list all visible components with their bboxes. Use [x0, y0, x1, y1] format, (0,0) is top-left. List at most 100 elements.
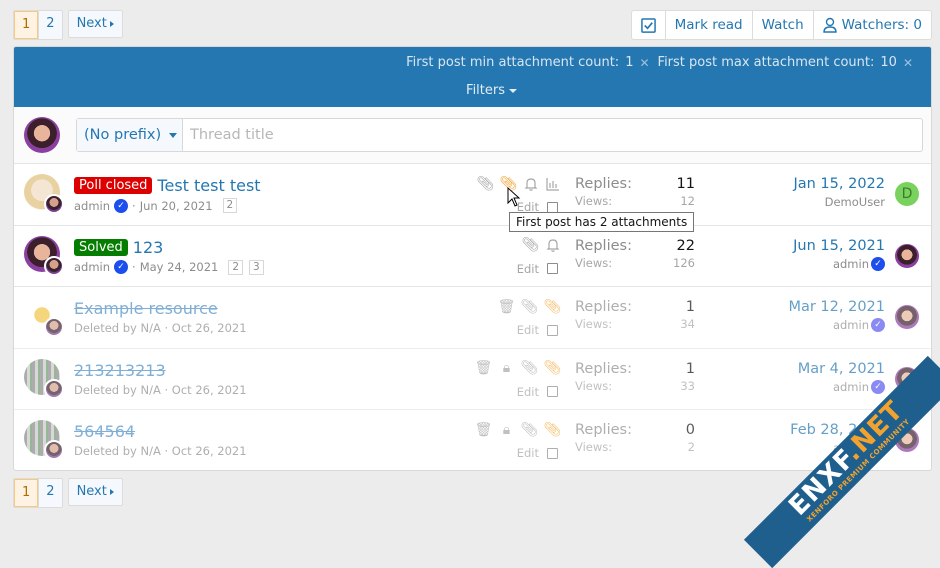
- lock-icon: 🔒︎: [502, 360, 511, 376]
- paperclip-icon: 📎︎: [520, 421, 539, 438]
- attachment-count-icon[interactable]: 📎︎: [544, 360, 562, 376]
- filter-chip-label: First post min attachment count:: [406, 55, 620, 70]
- last-post-user[interactable]: admin: [833, 380, 869, 394]
- paperclip-icon: 📎︎: [521, 237, 540, 253]
- select-thread-checkbox[interactable]: [547, 201, 558, 213]
- edit-link[interactable]: Edit: [517, 262, 539, 276]
- pagination-top: 1 2 Next: [13, 10, 123, 40]
- last-post-date[interactable]: Mar 12, 2021: [788, 299, 885, 315]
- replies-count: 1: [685, 299, 695, 315]
- last-poster-mini-avatar[interactable]: [44, 317, 64, 337]
- page-2-button[interactable]: 2: [38, 479, 62, 507]
- thread-date: Jun 20, 2021: [139, 198, 213, 213]
- replies-label: Replies:: [575, 360, 632, 377]
- thread-stats: Replies: 1 Views: 34: [575, 299, 695, 331]
- filters-dropdown-button[interactable]: Filters: [466, 83, 517, 98]
- deleted-meta: Deleted by N/A · Oct 26, 2021: [74, 444, 247, 458]
- last-poster-mini-avatar[interactable]: [44, 194, 64, 214]
- filters-label: Filters: [466, 83, 505, 98]
- thread-title-input[interactable]: [183, 119, 922, 151]
- last-post-date[interactable]: Jan 15, 2022: [793, 176, 885, 192]
- filter-chip-min-attachments[interactable]: First post min attachment count: 1 ✕: [406, 55, 649, 70]
- verified-badge-icon: ✓: [114, 260, 129, 274]
- poll-chart-icon: [546, 177, 559, 191]
- triangle-right-icon: [109, 20, 114, 27]
- edit-link[interactable]: Edit: [517, 323, 539, 337]
- select-thread-checkbox[interactable]: [547, 324, 558, 336]
- deleted-meta: Deleted by N/A · Oct 26, 2021: [74, 382, 247, 397]
- watchers-button[interactable]: Watchers: 0: [812, 11, 931, 39]
- filter-chip-max-attachments[interactable]: First post max attachment count: 10 ✕: [658, 55, 913, 70]
- page-1-button[interactable]: 1: [14, 479, 39, 507]
- attachment-count-icon[interactable]: 📎︎: [544, 299, 562, 315]
- next-label: Next: [76, 484, 107, 499]
- trash-icon: 🗑︎: [474, 421, 493, 438]
- thread-title-link[interactable]: Example resource: [74, 299, 218, 318]
- last-post-date[interactable]: Jun 15, 2021: [793, 238, 885, 254]
- remove-filter-icon[interactable]: ✕: [639, 56, 649, 70]
- thread-title-link[interactable]: 564564: [74, 422, 135, 441]
- thread-author[interactable]: admin: [74, 199, 110, 213]
- attachment-count-icon[interactable]: 📎︎: [544, 422, 562, 438]
- prefix-select[interactable]: (No prefix): [77, 119, 183, 151]
- prefix-label: (No prefix): [84, 127, 162, 143]
- thread-title-link[interactable]: Test test test: [157, 176, 260, 195]
- attachment-tooltip: First post has 2 attachments: [509, 212, 695, 232]
- last-poster-avatar[interactable]: [895, 305, 919, 329]
- views-count: 34: [680, 317, 695, 331]
- last-poster-mini-avatar[interactable]: [44, 255, 64, 276]
- thread-main: Poll closed Test test test admin ✓ · Jun…: [74, 176, 261, 213]
- filter-bar: First post min attachment count: 1 ✕ Fir…: [14, 47, 931, 107]
- last-poster-avatar[interactable]: D: [895, 182, 919, 206]
- last-post: Jan 15, 2022 DemoUser: [793, 176, 885, 209]
- views-label: Views:: [575, 440, 613, 454]
- views-label: Views:: [575, 194, 613, 208]
- mouse-cursor-icon: [507, 187, 521, 207]
- thread-page-link[interactable]: 2: [228, 259, 244, 275]
- select-thread-checkbox[interactable]: [547, 447, 558, 459]
- views-count: 33: [680, 378, 695, 393]
- last-poster-mini-avatar[interactable]: [44, 440, 64, 460]
- last-poster-mini-avatar[interactable]: [44, 378, 64, 399]
- watchers-label: Watchers: 0: [841, 17, 922, 33]
- last-poster-avatar[interactable]: [895, 243, 919, 268]
- deleted-meta: Deleted by N/A · Oct 26, 2021: [74, 321, 247, 335]
- page-2-button[interactable]: 2: [38, 11, 62, 39]
- thread-status-icons: 🗑︎ 🔒︎ 📎︎ 📎︎: [474, 421, 562, 438]
- filter-chip-value: 10: [880, 55, 897, 70]
- thread-page-link[interactable]: 2: [222, 198, 238, 213]
- views-count: 126: [673, 255, 695, 270]
- thread-title-link[interactable]: 213213213: [74, 361, 166, 380]
- current-user-avatar[interactable]: [24, 117, 60, 153]
- thread-prefix-label: Solved: [74, 238, 128, 256]
- next-page-button[interactable]: Next: [67, 478, 123, 506]
- views-label: Views:: [575, 317, 613, 331]
- last-post-user[interactable]: admin: [833, 257, 869, 271]
- thread-stats: Replies: 0 Views: 2: [575, 422, 695, 454]
- thread-page-link[interactable]: 3: [249, 259, 264, 275]
- remove-filter-icon[interactable]: ✕: [903, 56, 913, 70]
- next-page-button[interactable]: Next: [67, 10, 123, 38]
- edit-link[interactable]: Edit: [517, 385, 539, 399]
- thread-stats: Replies: 1 Views: 33: [575, 361, 695, 393]
- thread-row: Poll closed Test test test admin ✓ · Jun…: [14, 164, 931, 226]
- page-1-button[interactable]: 1: [14, 11, 39, 39]
- last-post-date[interactable]: Mar 4, 2021: [798, 361, 885, 377]
- last-post: Mar 4, 2021 admin ✓: [798, 361, 885, 394]
- replies-label: Replies:: [575, 422, 632, 438]
- select-thread-checkbox[interactable]: [547, 263, 558, 274]
- triangle-right-icon: [109, 488, 114, 495]
- select-all-button[interactable]: [632, 11, 665, 39]
- thread-title-link[interactable]: 123: [133, 238, 164, 257]
- edit-link[interactable]: Edit: [517, 446, 539, 460]
- last-post-user[interactable]: DemoUser: [825, 195, 885, 209]
- user-icon: [822, 17, 837, 33]
- watch-button[interactable]: Watch: [751, 11, 813, 39]
- replies-label: Replies:: [575, 299, 632, 315]
- trash-icon: 🗑︎: [497, 298, 516, 315]
- select-thread-checkbox[interactable]: [547, 386, 558, 397]
- thread-author[interactable]: admin: [74, 260, 110, 274]
- last-post-user[interactable]: admin: [833, 318, 869, 332]
- mark-read-button[interactable]: Mark read: [664, 11, 752, 39]
- caret-down-icon: [509, 88, 517, 93]
